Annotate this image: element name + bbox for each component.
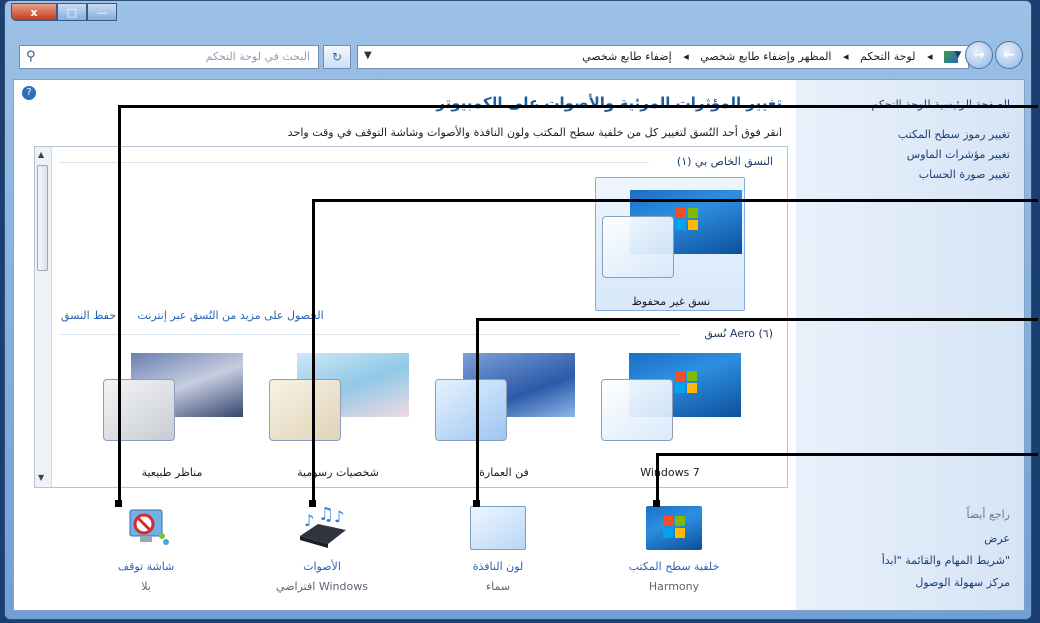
sidebar-link-account-picture[interactable]: تغيير صورة الحساب <box>919 168 1010 181</box>
caption-buttons: x □ — <box>11 3 117 21</box>
theme-architecture[interactable]: فن العمارة <box>429 347 579 481</box>
screen-saver-label: شاشة توقف <box>117 560 175 573</box>
sounds-setting[interactable]: ♪ ♫ ♪ الأصوات افتراضي Windows <box>262 498 382 608</box>
chevron-down-icon[interactable]: ▼ <box>364 50 372 61</box>
nav-buttons: ▼ → ← <box>953 41 1023 69</box>
refresh-button[interactable]: ↻ <box>323 45 351 69</box>
window-color-swatch <box>601 379 673 441</box>
minimize-button[interactable]: — <box>87 3 117 21</box>
callout-line <box>656 453 1038 456</box>
theme-list-scrollbar[interactable]: ▲ ▼ <box>35 147 52 487</box>
callout-dot <box>309 500 316 507</box>
crumb-personalization[interactable]: إضفاء طابع شخصي <box>582 50 672 63</box>
page-title: تغيير المؤثرات المرئية والأصوات على الكم… <box>436 94 782 112</box>
address-bar-row: ⚲ البحث في لوحة التحكم ↻ ▼ ◂ لوحة التحكم… <box>13 41 1025 73</box>
see-also-ease-of-access-link[interactable]: مركز سهولة الوصول <box>915 576 1010 589</box>
windows-logo-icon <box>675 371 699 395</box>
sidebar-link-desktop-icons[interactable]: تغيير رموز سطح المكتب <box>898 128 1010 141</box>
desktop-background-icon <box>646 506 702 550</box>
breadcrumb-separator-icon: ◂ <box>926 50 933 63</box>
theme-label: شخصيات رسومية <box>297 466 379 479</box>
search-placeholder: البحث في لوحة التحكم <box>205 50 311 63</box>
theme-list[interactable]: ▲ ▼ النسق الخاص بي (١) نسق غير محفوظ الح… <box>34 146 788 488</box>
callout-dot <box>115 500 122 507</box>
theme-label: فن العمارة <box>479 466 529 479</box>
see-also-heading: راجع أيضاً <box>966 508 1010 521</box>
screen-saver-icon <box>129 509 169 545</box>
main-pane: ? تغيير المؤثرات المرئية والأصوات على ال… <box>14 80 798 610</box>
crumb-control-panel[interactable]: لوحة التحكم <box>860 50 915 63</box>
callout-line <box>312 199 1038 202</box>
svg-text:♪: ♪ <box>334 507 344 526</box>
help-icon[interactable]: ? <box>22 86 36 100</box>
screen-saver-setting[interactable]: شاشة توقف بلا <box>86 498 206 608</box>
theme-label: Windows 7 <box>640 466 700 479</box>
save-theme-link[interactable]: حفظ النسق <box>61 309 116 322</box>
callout-line <box>118 105 121 503</box>
content-area: الصفحة الرئيسية للوحة التحكم تغيير رموز … <box>13 79 1025 611</box>
page-description: انقر فوق أحد النُسق لتغيير كل من خلفية س… <box>287 126 782 139</box>
search-icon[interactable]: ⚲ <box>26 49 36 64</box>
scrollbar-thumb[interactable] <box>37 165 48 271</box>
desktop-background-setting[interactable]: خلفية سطح المكتب Harmony <box>614 498 734 608</box>
my-themes-header: النسق الخاص بي (١) <box>676 155 773 168</box>
maximize-button[interactable]: □ <box>57 3 87 21</box>
forward-button[interactable]: → <box>965 41 993 69</box>
see-also-taskbar-link[interactable]: شريط المهام والقائمة "ابدأ" <box>882 554 1010 567</box>
callout-line <box>118 105 1038 108</box>
window-color-swatch <box>602 216 674 278</box>
scroll-down-icon[interactable]: ▼ <box>38 473 44 482</box>
search-box[interactable]: ⚲ البحث في لوحة التحكم <box>19 45 319 69</box>
scroll-up-icon[interactable]: ▲ <box>38 150 44 159</box>
close-button[interactable]: x <box>11 3 57 21</box>
theme-links: الحصول على مزيد من النُسق عبر إنترنت حفظ… <box>61 309 342 322</box>
see-also-display-link[interactable]: عرض <box>984 532 1010 545</box>
divider <box>59 334 679 335</box>
window-color-setting[interactable]: لون النافذة سماء <box>438 498 558 608</box>
theme-settings-bar: خلفية سطح المكتب Harmony لون النافذة سما… <box>54 498 774 608</box>
window-color-icon <box>470 506 526 550</box>
get-more-themes-link[interactable]: الحصول على مزيد من النُسق عبر إنترنت <box>138 309 324 322</box>
windows-logo-icon <box>663 516 687 540</box>
aero-themes-header: نُسق Aero (٦) <box>704 327 773 340</box>
window-color-value: سماء <box>485 580 511 593</box>
theme-label: نسق غير محفوظ <box>631 295 711 308</box>
callout-line <box>312 199 315 503</box>
desktop-background-value: Harmony <box>648 580 700 593</box>
svg-text:♫: ♫ <box>318 506 334 525</box>
theme-characters[interactable]: شخصيات رسومية <box>263 347 413 481</box>
breadcrumb-separator-icon: ◂ <box>842 50 849 63</box>
window-color-swatch <box>435 379 507 441</box>
callout-dot <box>473 500 480 507</box>
back-button[interactable]: ← <box>995 41 1023 69</box>
svg-text:♪: ♪ <box>304 511 314 530</box>
breadcrumb[interactable]: ▼ ◂ لوحة التحكم ◂ المظهر وإضفاء طابع شخص… <box>357 45 969 69</box>
window-color-swatch <box>269 379 341 441</box>
window-color-label: لون النافذة <box>472 560 524 573</box>
breadcrumb-separator-icon: ◂ <box>683 50 689 63</box>
callout-line <box>656 453 659 503</box>
theme-unsaved[interactable]: نسق غير محفوظ <box>595 177 745 311</box>
windows-logo-icon <box>676 208 700 232</box>
window-color-swatch <box>103 379 175 441</box>
callout-dot <box>653 500 660 507</box>
breadcrumb-path: ◂ لوحة التحكم ◂ المظهر وإضفاء طابع شخصي … <box>578 50 962 63</box>
sounds-icon: ♪ ♫ ♪ <box>300 506 346 548</box>
screen-saver-value: بلا <box>141 580 151 593</box>
sidebar-link-mouse-pointers[interactable]: تغيير مؤشرات الماوس <box>907 148 1010 161</box>
theme-windows-7[interactable]: Windows 7 <box>595 347 745 481</box>
divider <box>59 162 649 163</box>
desktop-background-label: خلفية سطح المكتب <box>628 560 720 573</box>
sounds-label: الأصوات <box>303 560 341 573</box>
crumb-appearance[interactable]: المظهر وإضفاء طابع شخصي <box>700 50 831 63</box>
personalization-window: x □ — ⚲ البحث في لوحة التحكم ↻ ▼ ◂ لوحة … <box>4 0 1032 620</box>
callout-line <box>476 318 479 503</box>
sidebar: الصفحة الرئيسية للوحة التحكم تغيير رموز … <box>796 80 1024 610</box>
recent-pages-chevron-icon[interactable]: ▼ <box>953 41 963 69</box>
sounds-value: افتراضي Windows <box>276 580 368 593</box>
callout-line <box>476 318 1038 321</box>
